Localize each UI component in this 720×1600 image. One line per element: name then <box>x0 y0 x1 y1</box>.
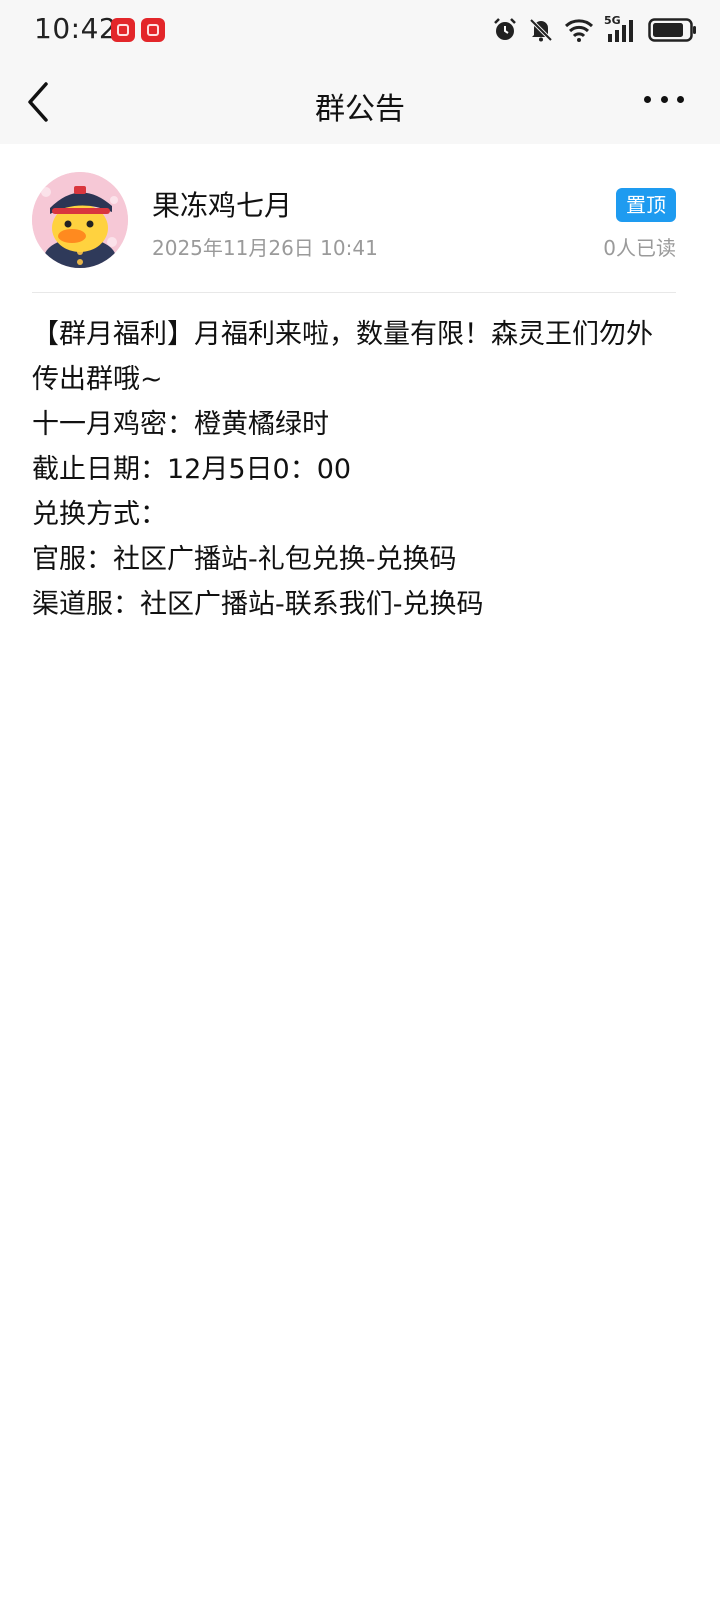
announcement-content: 【群月福利】月福利来啦，数量有限！森灵王们勿外传出群哦~ 十一月鸡密：橙黄橘绿时… <box>32 312 676 627</box>
content-line: 兑换方式： <box>32 499 167 530</box>
duck-avatar-icon <box>32 172 128 268</box>
page-title: 群公告 <box>315 92 405 127</box>
avatar[interactable] <box>32 172 128 268</box>
more-icon <box>644 96 651 103</box>
read-count[interactable]: 0人已读 <box>603 232 676 261</box>
mute-icon <box>529 18 553 42</box>
status-time: 10:42 <box>34 12 118 45</box>
divider <box>32 292 676 293</box>
announcement-author-row: 果冻鸡七月 2025年11月26日 10:41 置顶 0人已读 <box>0 144 720 292</box>
more-button[interactable] <box>644 96 684 108</box>
content-line: 官服：社区广播站-礼包兑换-兑换码 <box>32 544 457 575</box>
content-line: 渠道服：社区广播站-联系我们-兑换码 <box>32 589 484 620</box>
header-bar: 群公告 <box>0 60 720 144</box>
app-notification-icon <box>141 18 165 42</box>
app-notification-icon <box>111 18 135 42</box>
author-name: 果冻鸡七月 <box>152 189 293 222</box>
status-icons: 5G <box>492 14 698 46</box>
content-line: 【群月福利】月福利来啦，数量有限！森灵王们勿外传出群哦~ <box>32 319 653 395</box>
pinned-badge: 置顶 <box>616 188 676 222</box>
battery-icon <box>648 18 696 42</box>
alarm-icon <box>494 18 516 40</box>
status-bar: 10:42 5G <box>0 0 720 60</box>
signal-icon: 5G <box>604 14 638 44</box>
content-line: 十一月鸡密：橙黄橘绿时 <box>32 409 329 440</box>
announcement-timestamp: 2025年11月26日 10:41 <box>152 236 378 260</box>
wifi-icon <box>564 19 594 42</box>
content-line: 截止日期：12月5日0：00 <box>32 454 352 485</box>
